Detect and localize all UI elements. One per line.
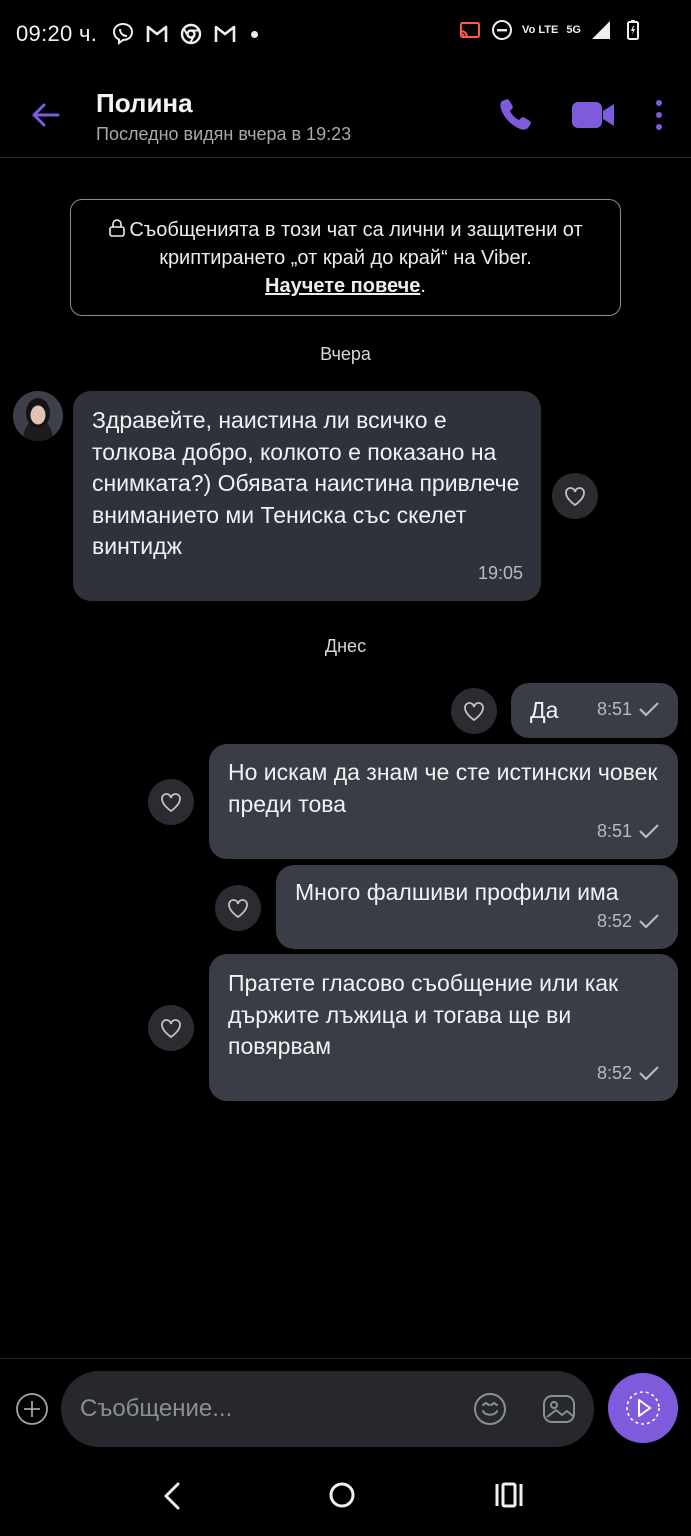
message-text: Да [530,697,559,723]
incoming-message-bubble[interactable]: Здравейте, наистина ли всичко е толкова … [73,391,541,601]
message-text: Пратете гласово съобщение или как държит… [228,970,619,1059]
delivered-check-icon [639,914,659,929]
system-icons: Vo LTE 5G [458,18,645,42]
message-meta: 8:52 [597,1058,660,1090]
gmail-icon [145,22,169,46]
delivered-check-icon [639,702,659,717]
back-arrow-icon[interactable] [28,98,62,132]
viber-icon [111,22,135,46]
message-meta: 8:51 [597,816,660,848]
system-navigation-bar [0,1458,691,1536]
notification-icons [111,22,259,46]
learn-more-link[interactable]: Научете повече [265,275,420,297]
nav-back-icon[interactable] [158,1480,188,1512]
message-time: 8:52 [596,1062,632,1083]
message-meta: 19:05 [478,558,523,590]
add-attachment-icon[interactable] [15,1392,49,1426]
message-input-container [61,1371,594,1447]
like-button[interactable] [451,688,497,734]
chrome-icon [179,22,203,46]
encryption-notice-text: Съобщенията в този чат са лични и защите… [129,219,583,269]
nav-home-icon[interactable] [327,1480,357,1510]
notice-period: . [420,275,426,297]
signal-icon [589,18,613,42]
like-button[interactable] [215,885,261,931]
outgoing-message-bubble[interactable]: Да 8:51 [511,683,678,738]
message-meta: 8:52 [597,906,660,938]
message-text: Много фалшиви профили има [295,879,619,905]
outgoing-message-bubble[interactable]: Пратете гласово съобщение или как държит… [209,954,678,1101]
message-time: 8:51 [596,820,632,841]
emoji-icon[interactable] [472,1391,508,1427]
more-notifications-dot [251,30,259,38]
message-time: 8:51 [596,698,632,719]
volte-indicator: Vo LTE [522,24,559,36]
message-text: Но искам да знам че сте истински човек п… [228,759,658,817]
message-input[interactable] [80,1389,460,1429]
heart-icon [565,487,585,507]
more-options-icon[interactable] [648,98,670,132]
like-button[interactable] [552,473,598,519]
like-button[interactable] [148,779,194,825]
voice-record-button[interactable] [608,1373,678,1443]
heart-icon [161,793,181,813]
delivered-check-icon [639,1066,659,1081]
message-meta: 8:51 [597,694,660,726]
gmail-icon [213,22,237,46]
encryption-notice: Съобщенията в този чат са лични и защите… [70,199,621,316]
status-bar: 09:20 ч. Vo LTE 5G [0,0,691,68]
contact-avatar[interactable] [13,391,63,441]
delivered-check-icon [639,824,659,839]
date-separator-yesterday: Вчера [320,344,371,364]
battery-icon [621,18,645,42]
outgoing-message-bubble[interactable]: Много фалшиви профили има 8:52 [276,865,678,949]
video-call-icon[interactable] [570,98,616,132]
message-composer [0,1358,691,1458]
gallery-sticker-icon[interactable] [541,1391,577,1427]
do-not-disturb-icon [490,18,514,42]
heart-icon [464,702,484,722]
like-button[interactable] [148,1005,194,1051]
message-time: 8:52 [596,910,632,931]
message-time: 19:05 [477,562,523,583]
outgoing-message-bubble[interactable]: Но искам да знам че сте истински човек п… [209,744,678,859]
heart-icon [161,1019,181,1039]
cast-icon [458,18,482,42]
last-seen-status: Последно видян вчера в 19:23 [96,124,352,144]
phone-call-icon[interactable] [497,96,533,132]
network-type: 5G [566,24,581,36]
contact-name[interactable]: Полина [96,88,193,119]
nav-recent-apps-icon[interactable] [494,1480,524,1510]
message-text: Здравейте, наистина ли всичко е толкова … [92,407,520,559]
heart-icon [228,899,248,919]
date-separator-today: Днес [324,636,367,656]
play-circle-icon [626,1391,660,1425]
lock-icon [109,219,126,237]
chat-header: Полина Последно видян вчера в 19:23 [0,72,691,158]
status-time: 09:20 ч. [16,21,98,46]
